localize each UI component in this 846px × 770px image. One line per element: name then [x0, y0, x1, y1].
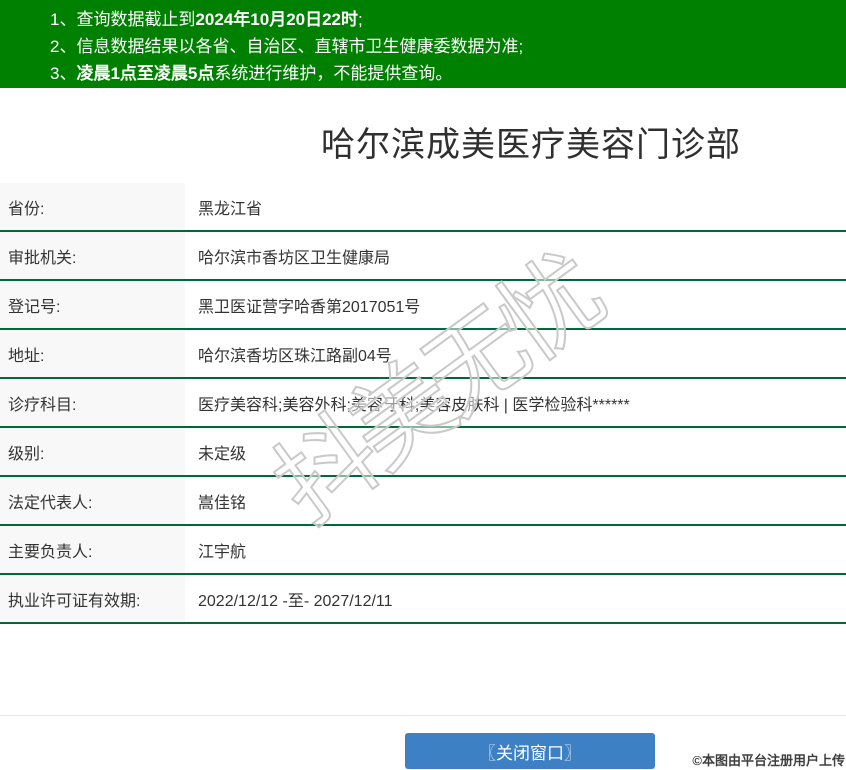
row-value: 黑卫医证营字哈香第2017051号 — [198, 298, 421, 316]
notice-line-number: 1、 — [50, 10, 77, 29]
notice-line: 2、信息数据结果以各省、自治区、直辖市卫生健康委数据为准; — [50, 37, 524, 56]
row-value: 黑龙江省 — [198, 200, 263, 218]
notice-line: 1、查询数据截止到2024年10月20日22时; — [50, 10, 363, 29]
footer-divider — [0, 715, 846, 716]
row-value: 江宇航 — [198, 543, 247, 561]
row-label: 审批机关: — [0, 232, 185, 279]
row-label: 诊疗科目: — [0, 379, 185, 426]
table-row: 登记号: 黑卫医证营字哈香第2017051号 — [0, 281, 846, 330]
table-row: 主要负责人: 江宇航 — [0, 526, 846, 575]
table-row: 地址: 哈尔滨香坊区珠江路副04号 — [0, 330, 846, 379]
row-value: 2022/12/12 -至- 2027/12/11 — [198, 592, 393, 610]
notice-line: 3、凌晨1点至凌晨5点系统进行维护，不能提供查询。 — [50, 64, 453, 83]
notice-line-number: 2、 — [50, 37, 77, 56]
table-row: 执业许可证有效期: 2022/12/12 -至- 2027/12/11 — [0, 575, 846, 624]
page-title: 哈尔滨成美医疗美容门诊部 — [321, 126, 741, 164]
table-row: 法定代表人: 嵩佳铭 — [0, 477, 846, 526]
row-value: 哈尔滨市香坊区卫生健康局 — [198, 249, 391, 267]
notice-banner: 1、查询数据截止到2024年10月20日22时; 2、信息数据结果以各省、自治区… — [0, 0, 846, 88]
row-value: 医疗美容科;美容外科;美容牙科;美容皮肤科 | 医学检验科****** — [198, 396, 630, 414]
copyright-note: ©本图由平台注册用户上传 — [692, 753, 845, 768]
row-label: 执业许可证有效期: — [0, 575, 185, 622]
table-row: 省份: 黑龙江省 — [0, 183, 846, 232]
row-label: 登记号: — [0, 281, 185, 328]
table-row: 审批机关: 哈尔滨市香坊区卫生健康局 — [0, 232, 846, 281]
row-label: 地址: — [0, 330, 185, 377]
table-row: 诊疗科目: 医疗美容科;美容外科;美容牙科;美容皮肤科 | 医学检验科*****… — [0, 379, 846, 428]
row-label: 省份: — [0, 183, 185, 230]
notice-line-number: 3、 — [50, 64, 77, 83]
row-value: 未定级 — [198, 445, 247, 463]
table-row: 级别: 未定级 — [0, 428, 846, 477]
row-label: 级别: — [0, 428, 185, 475]
close-window-button[interactable]: 〖关闭窗口〗 — [405, 733, 655, 769]
row-label: 主要负责人: — [0, 526, 185, 573]
row-label: 法定代表人: — [0, 477, 185, 524]
info-table: 省份: 黑龙江省 审批机关: 哈尔滨市香坊区卫生健康局 登记号: 黑卫医证营字哈… — [0, 183, 846, 624]
row-value: 哈尔滨香坊区珠江路副04号 — [198, 347, 392, 365]
row-value: 嵩佳铭 — [198, 494, 247, 512]
